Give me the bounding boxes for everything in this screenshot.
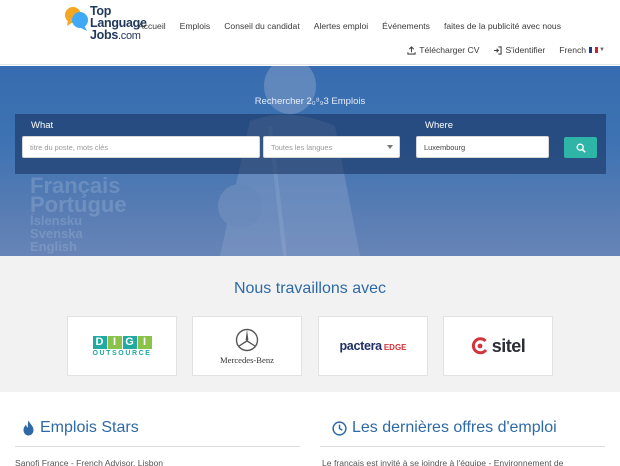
latest-first-job-link[interactable]: Le français est invité à se joindre à l'… (322, 458, 607, 466)
logo-suffix: .com (117, 30, 141, 42)
account-nav: Télécharger CV S'identifier French ▼ (400, 45, 612, 55)
partners-section: Nous travaillons avec D I G I OUTSOURCE … (0, 256, 620, 392)
partners-title: Nous travaillons avec (233, 280, 387, 297)
upload-cv-link[interactable]: Télécharger CV (400, 45, 486, 55)
nav-publicite[interactable]: faites de la publicité avec nous (437, 21, 568, 31)
mercedes-benz-wordmark: Mercedes-Benz (220, 354, 274, 365)
stars-jobs-title: Emplois Stars (40, 419, 139, 436)
mercedes-star-icon (235, 328, 259, 351)
upload-icon (407, 45, 416, 55)
search-icon (576, 143, 586, 153)
search-button[interactable] (564, 137, 597, 158)
sitel-wordmark: sitel (491, 335, 526, 356)
latest-divider (320, 446, 605, 447)
digi-outsource-logo: D I G I OUTSOURCE (92, 335, 152, 357)
partner-card-mercedes[interactable]: Mercedes-Benz (192, 316, 302, 376)
nav-evenements[interactable]: Événements (375, 21, 437, 31)
main-nav: Accueil Emplois Conseil du candidat Aler… (131, 21, 568, 31)
language-label: French (559, 45, 587, 55)
digi-letter: D (92, 335, 107, 349)
partner-card-sitel[interactable]: sitel (443, 316, 553, 376)
site-header: Top Language Jobs.com Accueil Emplois Co… (0, 0, 620, 65)
nav-accueil[interactable]: Accueil (131, 21, 173, 31)
clock-icon (332, 420, 347, 436)
search-form: What Where titre du poste, mots clés Tou… (15, 114, 606, 174)
digi-letter: G (122, 335, 137, 349)
digi-letter: I (137, 335, 152, 349)
latest-jobs-title: Les dernières offres d'emploi (352, 419, 557, 436)
digi-letter: I (107, 335, 122, 349)
login-label: S'identifier (505, 45, 546, 55)
nav-emplois[interactable]: Emplois (173, 21, 218, 31)
digi-subtitle: OUTSOURCE (92, 349, 152, 357)
pactera-edge-logo: pactera EDGE (339, 339, 406, 353)
what-label: What (31, 120, 54, 131)
pactera-wordmark: pactera (339, 339, 382, 353)
keyword-input[interactable]: titre du poste, mots clés (22, 136, 260, 158)
france-flag-icon (589, 47, 599, 53)
search-count-title: Rechercher 2₀⁸₉3 Emplois (254, 96, 366, 107)
login-icon (494, 45, 503, 55)
stars-divider (15, 446, 300, 447)
stars-jobs-heading: Emplois Stars (22, 419, 139, 437)
pactera-edge-suffix: EDGE (383, 343, 407, 352)
where-label: Where (425, 120, 453, 131)
partner-card-digi[interactable]: D I G I OUTSOURCE (67, 316, 177, 376)
language-select[interactable]: Toutes les langues (263, 136, 400, 158)
chevron-down-icon: ▼ (599, 47, 605, 53)
stars-first-job-link[interactable]: Sanofi France - French Advisor, Lisbon (15, 458, 300, 466)
partner-card-pactera[interactable]: pactera EDGE (318, 316, 428, 376)
nav-alertes[interactable]: Alertes emploi (307, 21, 375, 31)
select-arrow-icon (387, 145, 393, 149)
logo-line-3: Jobs (90, 28, 118, 42)
latest-jobs-heading: Les dernières offres d'emploi (332, 419, 557, 437)
hero-search-banner: Français Portugue Íslensku Svenska Engli… (0, 66, 620, 256)
location-input[interactable]: Luxembourg (416, 136, 549, 158)
mercedes-benz-logo: Mercedes-Benz (220, 328, 274, 365)
upload-cv-label: Télécharger CV (419, 45, 480, 55)
language-select-value: Toutes les langues (271, 143, 333, 152)
language-switcher[interactable]: French ▼ (552, 45, 612, 55)
speech-bubbles-icon (65, 7, 88, 31)
login-link[interactable]: S'identifier (486, 45, 552, 55)
sitel-swirl-icon (471, 337, 487, 355)
flame-icon (23, 420, 34, 436)
nav-conseil[interactable]: Conseil du candidat (217, 21, 307, 31)
sitel-logo: sitel (471, 336, 526, 357)
